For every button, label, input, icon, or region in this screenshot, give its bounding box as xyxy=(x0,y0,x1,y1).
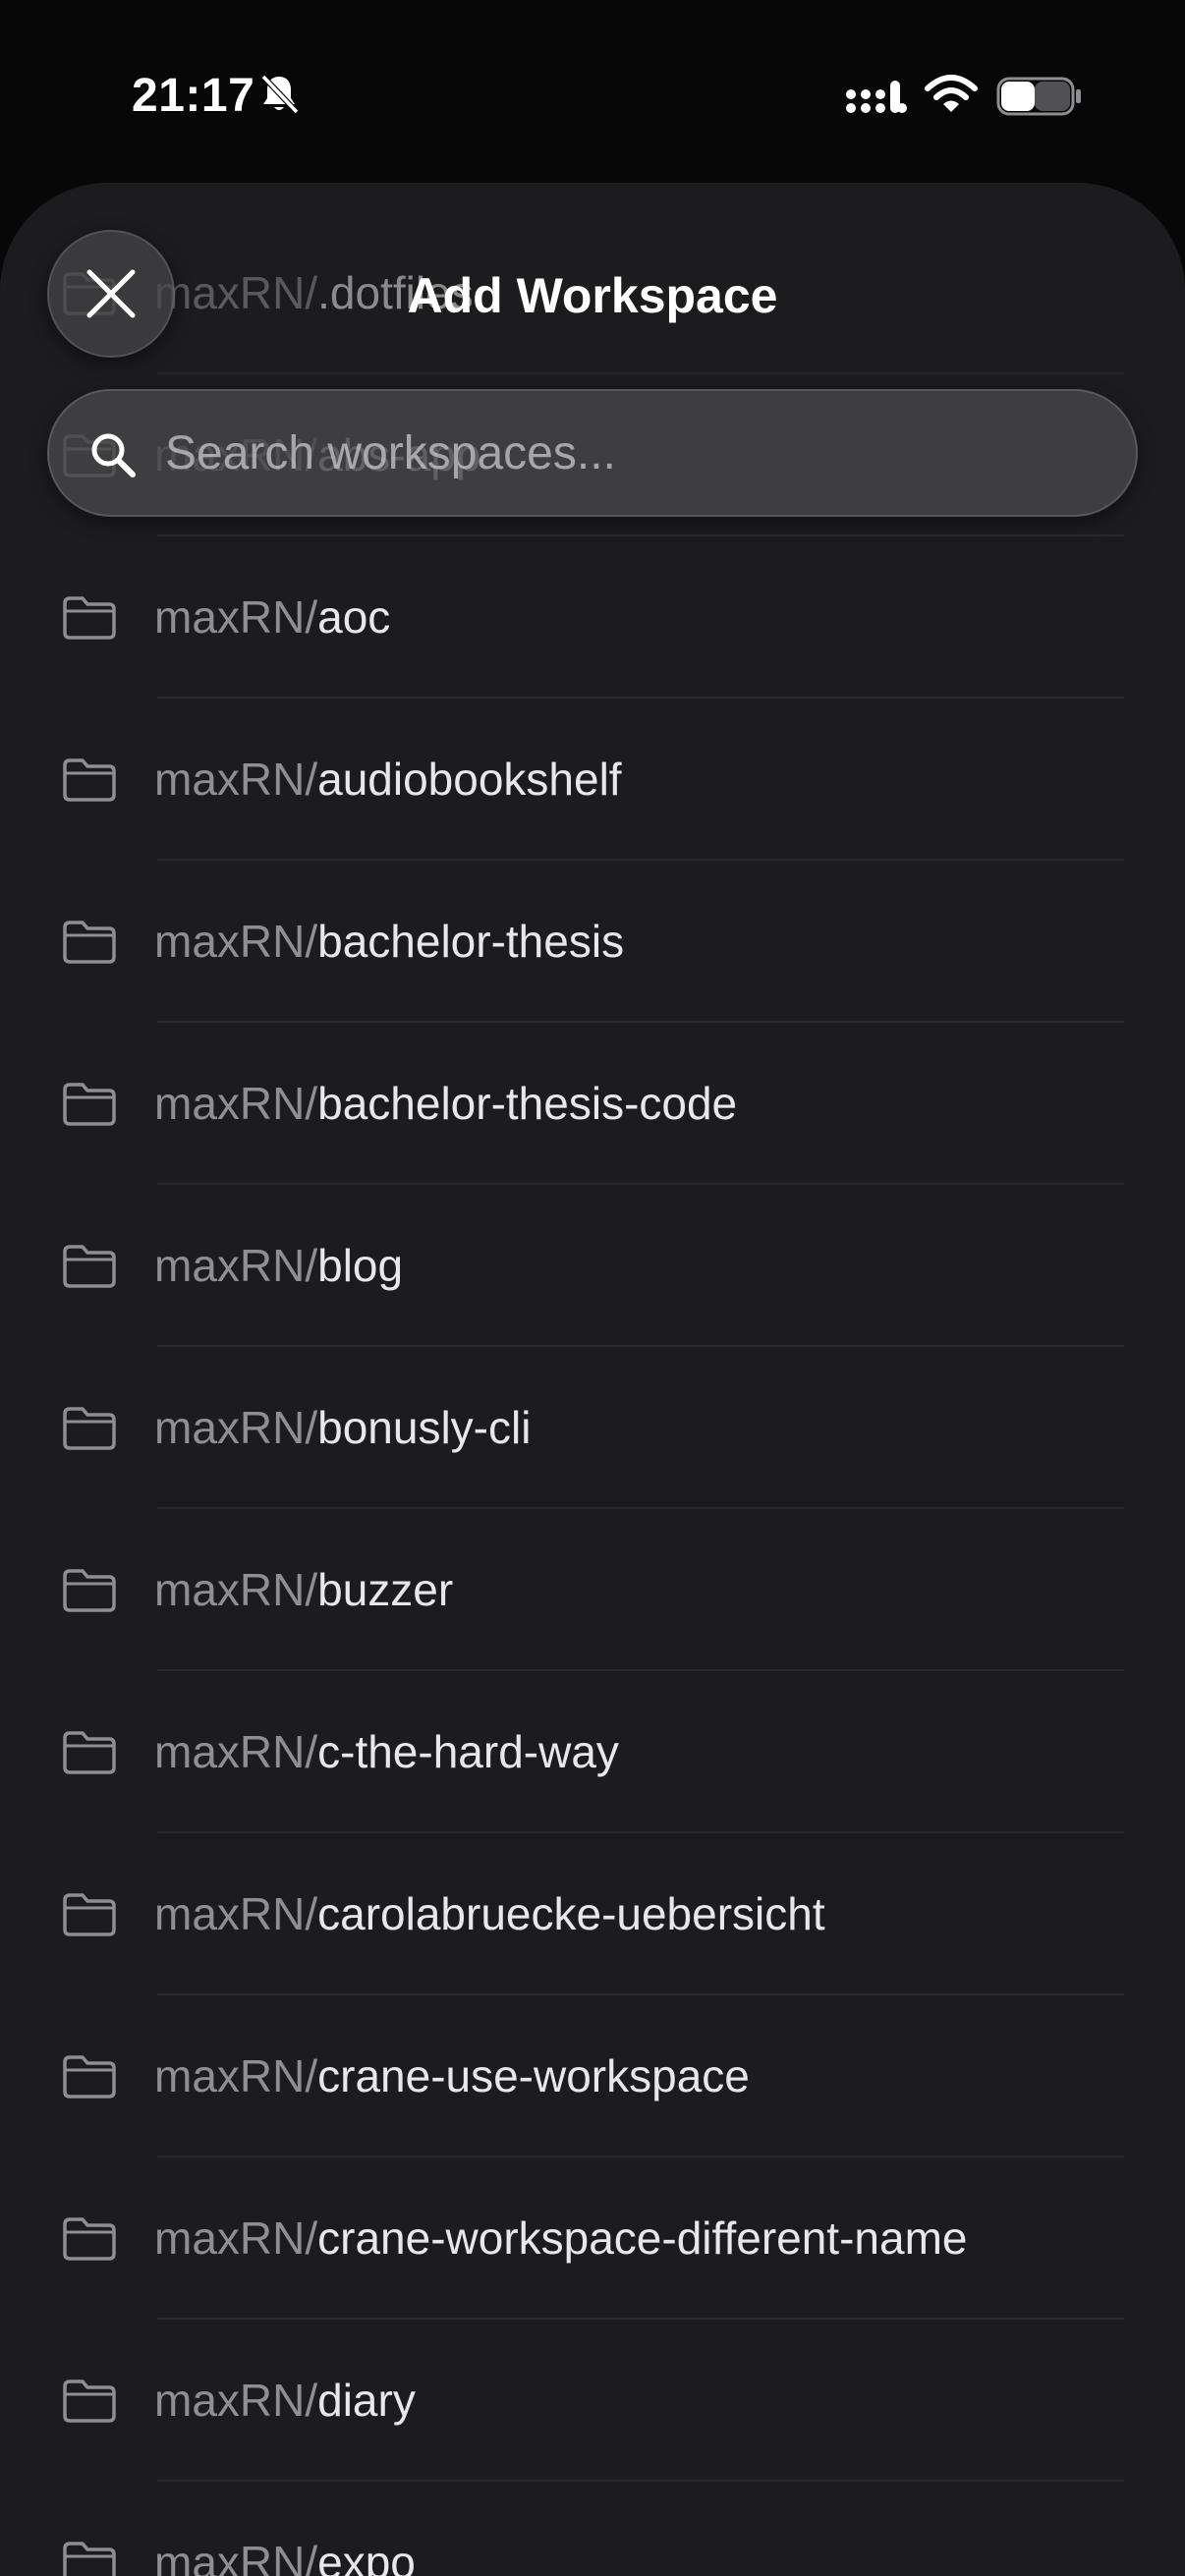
folder-icon xyxy=(61,756,118,803)
workspace-repo: diary xyxy=(317,2375,416,2426)
workspace-owner: maxRN/ xyxy=(154,2212,318,2264)
battery-icon xyxy=(996,77,1081,116)
workspace-repo: crane-workspace-different-name xyxy=(317,2212,968,2264)
workspace-label: maxRN/bonusly-cli xyxy=(154,1400,531,1455)
workspace-label: maxRN/crane-use-workspace xyxy=(154,2048,750,2103)
wifi-icon xyxy=(925,75,978,112)
workspace-repo: c-the-hard-way xyxy=(317,1726,619,1777)
workspace-repo: crane-use-workspace xyxy=(317,2050,750,2101)
folder-icon xyxy=(61,1566,118,1613)
workspace-repo: carolabruecke-uebersicht xyxy=(317,1888,825,1939)
workspace-row[interactable]: maxRN/bachelor-thesis xyxy=(0,861,1185,1023)
search-icon xyxy=(91,433,136,477)
folder-icon xyxy=(61,1728,118,1775)
sheet-title: Add Workspace xyxy=(407,268,778,323)
workspace-label: maxRN/bachelor-thesis-code xyxy=(154,1076,737,1131)
workspace-label: maxRN/expo xyxy=(154,2535,416,2576)
workspace-repo: buzzer xyxy=(317,1564,454,1615)
folder-icon xyxy=(61,1890,118,1937)
workspace-row[interactable]: maxRN/bachelor-thesis-code xyxy=(0,1023,1185,1185)
workspace-owner: maxRN/ xyxy=(154,1240,318,1291)
workspace-label: maxRN/blog xyxy=(154,1238,403,1293)
screen: 21:17 maxRN/.dot xyxy=(0,0,1185,2576)
workspace-owner: maxRN/ xyxy=(154,1726,318,1777)
signal-icon xyxy=(846,81,907,113)
workspace-row[interactable]: maxRN/buzzer xyxy=(0,1509,1185,1671)
workspace-repo: bachelor-thesis xyxy=(317,916,625,967)
folder-icon xyxy=(61,593,118,641)
add-workspace-sheet: maxRN/.dotfilesmaxRN/abs-appmaxRN/aocmax… xyxy=(0,183,1185,2576)
bell-slash-icon xyxy=(260,74,300,115)
folder-icon xyxy=(61,2539,118,2576)
workspace-repo: bonusly-cli xyxy=(317,1402,532,1453)
workspace-row[interactable]: maxRN/crane-use-workspace xyxy=(0,1995,1185,2157)
workspace-row[interactable]: maxRN/expo xyxy=(0,2482,1185,2576)
workspace-label: maxRN/c-the-hard-way xyxy=(154,1724,619,1779)
search-bar[interactable] xyxy=(47,389,1138,517)
folder-icon xyxy=(61,918,118,965)
folder-icon xyxy=(61,1080,118,1127)
workspace-owner: maxRN/ xyxy=(154,754,318,805)
status-time: 21:17 xyxy=(132,70,255,122)
workspace-owner: maxRN/ xyxy=(154,591,318,643)
workspace-row[interactable]: maxRN/bonusly-cli xyxy=(0,1347,1185,1509)
workspace-row[interactable]: maxRN/carolabruecke-uebersicht xyxy=(0,1833,1185,1995)
workspace-repo: blog xyxy=(317,1240,404,1291)
folder-icon xyxy=(61,2052,118,2100)
workspace-owner: maxRN/ xyxy=(154,1888,318,1939)
workspace-label: maxRN/diary xyxy=(154,2373,416,2428)
workspace-owner: maxRN/ xyxy=(154,916,318,967)
workspace-owner: maxRN/ xyxy=(154,1564,318,1615)
workspace-repo: bachelor-thesis-code xyxy=(317,1078,738,1129)
workspace-row[interactable]: maxRN/audiobookshelf xyxy=(0,699,1185,861)
workspace-row[interactable]: maxRN/c-the-hard-way xyxy=(0,1671,1185,1833)
status-bar: 21:17 xyxy=(0,0,1185,187)
search-input[interactable] xyxy=(165,391,1099,515)
folder-icon xyxy=(61,2214,118,2262)
workspace-owner: maxRN/ xyxy=(154,2375,318,2426)
workspace-label: maxRN/aoc xyxy=(154,589,390,644)
workspace-label: maxRN/bachelor-thesis xyxy=(154,914,624,969)
workspace-label: maxRN/crane-workspace-different-name xyxy=(154,2211,967,2266)
workspace-owner: maxRN/ xyxy=(154,2050,318,2101)
workspace-repo: aoc xyxy=(317,591,391,643)
workspace-owner: maxRN/ xyxy=(154,1402,318,1453)
folder-icon xyxy=(61,2377,118,2424)
workspace-label: maxRN/carolabruecke-uebersicht xyxy=(154,1886,825,1941)
workspace-owner: maxRN/ xyxy=(154,2537,318,2576)
workspace-label: maxRN/audiobookshelf xyxy=(154,752,622,807)
workspace-repo: expo xyxy=(317,2537,416,2576)
workspace-row[interactable]: maxRN/aoc xyxy=(0,536,1185,699)
folder-icon xyxy=(61,1404,118,1451)
workspace-label: maxRN/buzzer xyxy=(154,1562,453,1617)
workspace-owner: maxRN/ xyxy=(154,1078,318,1129)
workspace-row[interactable]: maxRN/crane-workspace-different-name xyxy=(0,2157,1185,2320)
workspace-row[interactable]: maxRN/blog xyxy=(0,1185,1185,1347)
workspace-row[interactable]: maxRN/diary xyxy=(0,2320,1185,2482)
workspace-repo: audiobookshelf xyxy=(317,754,622,805)
folder-icon xyxy=(61,1242,118,1289)
